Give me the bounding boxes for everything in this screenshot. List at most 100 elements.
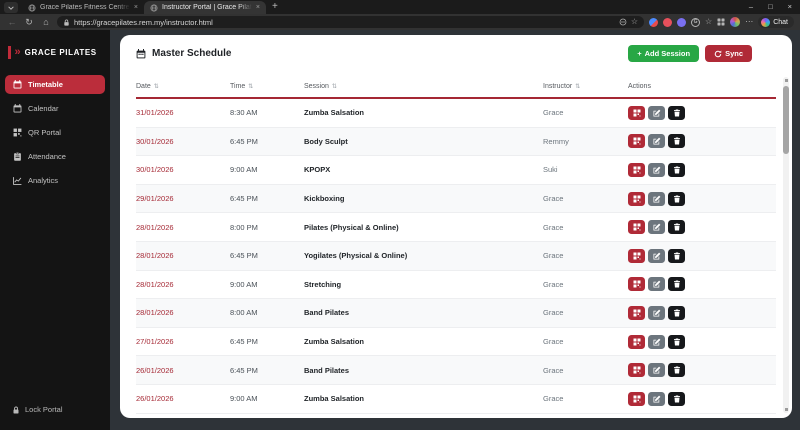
window-maximize-button[interactable]: □ xyxy=(768,2,773,11)
edit-button[interactable] xyxy=(648,248,665,263)
edit-button[interactable] xyxy=(648,191,665,206)
delete-button[interactable] xyxy=(668,162,685,177)
edit-button[interactable] xyxy=(648,134,665,149)
extension-icon[interactable] xyxy=(663,17,673,27)
column-header-date[interactable]: Date ⇅ xyxy=(136,83,230,90)
scrollbar-thumb[interactable] xyxy=(783,86,789,154)
edit-pencil-icon xyxy=(653,338,660,346)
delete-button[interactable] xyxy=(668,391,685,406)
delete-button[interactable] xyxy=(668,363,685,378)
delete-button[interactable] xyxy=(668,305,685,320)
edit-button[interactable] xyxy=(648,334,665,349)
qr-code-button[interactable] xyxy=(628,305,645,320)
cell-date: 26/01/2026 xyxy=(136,394,174,404)
back-button[interactable]: ← xyxy=(6,17,18,27)
split-screen-icon[interactable] xyxy=(619,18,627,26)
sync-button[interactable]: Sync xyxy=(705,45,752,62)
qr-code-icon xyxy=(633,109,640,117)
calendar-icon xyxy=(13,104,22,113)
cell-time: 6:45 PM xyxy=(230,136,258,146)
extensions-menu-icon[interactable] xyxy=(717,18,725,26)
qr-code-button[interactable] xyxy=(628,162,645,177)
delete-button[interactable] xyxy=(668,191,685,206)
sidebar-item-timetable[interactable]: Timetable xyxy=(5,75,105,94)
extension-icon[interactable] xyxy=(649,17,659,27)
edit-button[interactable] xyxy=(648,277,665,292)
address-bar[interactable]: https://gracepilates.rem.my/instructor.h… xyxy=(57,16,645,28)
qr-code-button[interactable] xyxy=(628,191,645,206)
add-session-button[interactable]: + Add Session xyxy=(628,45,700,62)
schedule-card: Master Schedule + Add Session Sync Date … xyxy=(120,35,792,418)
delete-button[interactable] xyxy=(668,134,685,149)
edit-button[interactable] xyxy=(648,162,665,177)
qr-code-button[interactable] xyxy=(628,391,645,406)
cell-instructor: Grace xyxy=(543,194,564,204)
delete-button[interactable] xyxy=(668,334,685,349)
cell-date: 28/01/2026 xyxy=(136,251,174,261)
refresh-button[interactable]: ↻ xyxy=(23,17,35,27)
scrollbar-up-arrow[interactable] xyxy=(784,79,788,82)
delete-button[interactable] xyxy=(668,220,685,235)
column-header-time[interactable]: Time ⇅ xyxy=(230,83,304,90)
schedule-table: Date ⇅ Time ⇅ Session ⇅ Instructor ⇅ Act… xyxy=(120,75,792,418)
cell-actions xyxy=(628,363,776,378)
home-button[interactable]: ⌂ xyxy=(40,17,52,27)
browser-tab-inactive[interactable]: Grace Pilates Fitness Centre | Tra × xyxy=(22,1,144,14)
new-tab-button[interactable]: + xyxy=(272,1,278,12)
tab-close-icon[interactable]: × xyxy=(134,4,138,11)
delete-button[interactable] xyxy=(668,105,685,120)
sidebar-item-qr-portal[interactable]: QR Portal xyxy=(5,123,105,142)
qr-code-icon xyxy=(633,338,640,346)
table-scrollbar[interactable] xyxy=(783,77,789,413)
sidebar-item-attendance[interactable]: Attendance xyxy=(5,147,105,166)
sort-icon: ⇅ xyxy=(248,83,254,90)
column-header-instructor[interactable]: Instructor ⇅ xyxy=(543,83,628,90)
chevron-down-icon xyxy=(8,5,14,10)
copilot-chat-button[interactable]: Chat xyxy=(758,16,794,28)
edit-button[interactable] xyxy=(648,391,665,406)
delete-button[interactable] xyxy=(668,248,685,263)
more-menu-icon[interactable]: ⋯ xyxy=(745,18,753,26)
edit-pencil-icon xyxy=(653,166,660,174)
cell-session: Zumba Salsation xyxy=(304,108,365,118)
qr-code-button[interactable] xyxy=(628,220,645,235)
delete-button[interactable] xyxy=(668,277,685,292)
window-minimize-button[interactable]: – xyxy=(749,2,753,11)
sidebar-item-calendar[interactable]: Calendar xyxy=(5,99,105,118)
sidebar-item-analytics[interactable]: Analytics xyxy=(5,171,105,190)
profile-avatar[interactable] xyxy=(730,17,741,27)
qr-code-button[interactable] xyxy=(628,277,645,292)
edit-button[interactable] xyxy=(648,220,665,235)
scrollbar-down-arrow[interactable] xyxy=(784,408,788,411)
cell-session: Zumba Salsation xyxy=(304,337,365,347)
table-row: 27/01/2026 6:45 PM Zumba Salsation Grace xyxy=(136,328,776,357)
url-text: https://gracepilates.rem.my/instructor.h… xyxy=(74,17,213,27)
edit-button[interactable] xyxy=(648,363,665,378)
favorite-star-icon[interactable]: ☆ xyxy=(631,18,638,26)
trash-icon xyxy=(673,395,680,403)
trash-icon xyxy=(673,223,680,231)
qr-code-button[interactable] xyxy=(628,248,645,263)
edit-button[interactable] xyxy=(648,105,665,120)
collections-icon[interactable]: ☆ xyxy=(705,18,712,26)
qr-code-button[interactable] xyxy=(628,134,645,149)
lock-portal-button[interactable]: Lock Portal xyxy=(12,405,63,414)
qr-code-button[interactable] xyxy=(628,363,645,378)
qr-code-icon xyxy=(633,309,640,317)
qr-code-icon xyxy=(633,195,640,203)
extension-icon[interactable] xyxy=(677,17,687,27)
qr-code-button[interactable] xyxy=(628,334,645,349)
column-header-session[interactable]: Session ⇅ xyxy=(304,83,543,90)
tab-close-icon[interactable]: × xyxy=(256,4,260,11)
browser-tab-active[interactable]: Instructor Portal | Grace Pilates × xyxy=(144,1,266,14)
window-close-button[interactable]: × xyxy=(788,2,792,11)
qr-code-button[interactable] xyxy=(628,105,645,120)
tab-title: Instructor Portal | Grace Pilates xyxy=(162,4,252,11)
cell-session: Pilates (Physical & Online) xyxy=(304,222,399,232)
tab-search-button[interactable] xyxy=(4,2,18,13)
trash-icon xyxy=(673,366,680,374)
edit-button[interactable] xyxy=(648,305,665,320)
calendar-icon xyxy=(13,80,22,89)
search-extension-icon[interactable]: G xyxy=(691,17,701,27)
chat-label: Chat xyxy=(773,18,788,26)
